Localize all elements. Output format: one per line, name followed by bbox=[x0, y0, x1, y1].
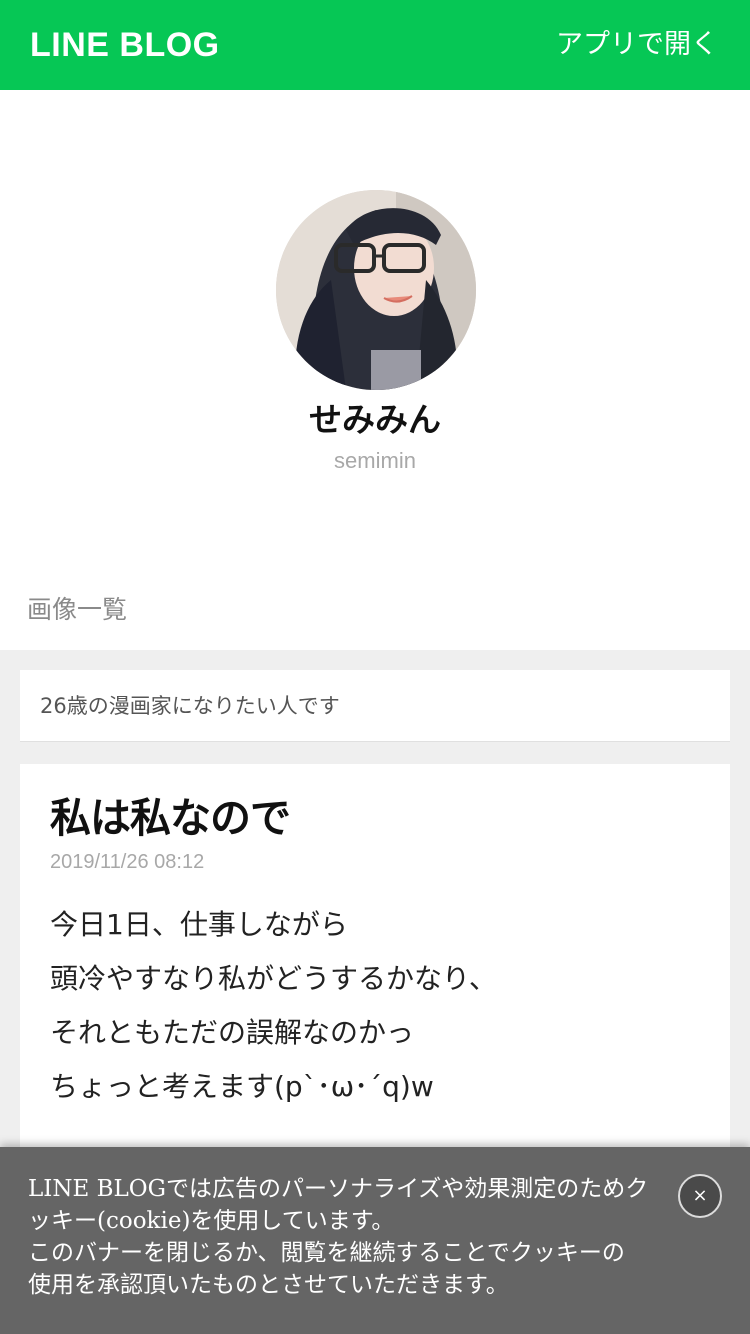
avatar[interactable] bbox=[276, 190, 476, 390]
bio-text: 26歳の漫画家になりたい人です bbox=[40, 694, 340, 718]
cookie-text-line: このバナーを閉じるか、閲覧を継続することでクッキーの bbox=[28, 1240, 625, 1266]
line-blog-logo[interactable]: LINE BLOG bbox=[30, 24, 220, 66]
post-body-line: 今日1日、仕事しながら bbox=[50, 908, 348, 941]
bio-card: 26歳の漫画家になりたい人です bbox=[20, 670, 730, 742]
profile-photo-image bbox=[276, 190, 476, 390]
post-title[interactable]: 私は私なので bbox=[50, 790, 291, 846]
app-header: LINE BLOG アプリで開く bbox=[0, 0, 750, 90]
cookie-banner: LINE BLOGでは広告のパーソナライズや効果測定のためク ッキー(cooki… bbox=[0, 1147, 750, 1334]
close-icon[interactable]: × bbox=[678, 1174, 722, 1218]
profile-name: せみみん bbox=[309, 400, 441, 439]
open-in-app-link[interactable]: アプリで開く bbox=[556, 26, 718, 64]
post-body-line: それともただの誤解なのかっ bbox=[50, 1016, 415, 1049]
post-body-line: ちょっと考えます(p`･ω･´q)w bbox=[50, 1070, 434, 1103]
profile-id: semimin bbox=[334, 448, 416, 473]
image-list-link[interactable]: 画像一覧 bbox=[27, 592, 127, 628]
cookie-notice-text: LINE BLOGでは広告のパーソナライズや効果測定のためク ッキー(cooki… bbox=[28, 1173, 668, 1301]
cookie-text-line: ッキー(cookie)を使用しています。 bbox=[28, 1208, 395, 1234]
post-body-line: 頭冷やすなり私がどうするかなり、 bbox=[50, 962, 497, 995]
post-body: 今日1日、仕事しながら 頭冷やすなり私がどうするかなり、 それともただの誤解なの… bbox=[50, 898, 700, 1114]
cookie-text-line: LINE BLOGでは広告のパーソナライズや効果測定のためク bbox=[28, 1176, 649, 1202]
post-date: 2019/11/26 08:12 bbox=[50, 851, 205, 873]
cookie-text-line: 使用を承認頂いたものとさせていただきます。 bbox=[28, 1272, 509, 1298]
